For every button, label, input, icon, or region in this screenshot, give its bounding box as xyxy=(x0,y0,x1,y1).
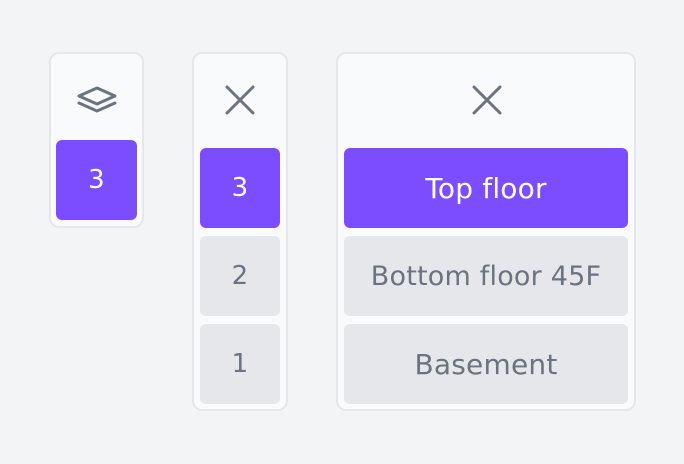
layers-icon[interactable] xyxy=(74,82,120,122)
close-icon[interactable] xyxy=(220,80,260,120)
floor-button-1[interactable]: 1 xyxy=(200,324,280,404)
close-icon[interactable] xyxy=(467,80,507,120)
floor-picker-named: Top floor Bottom floor 45F Basement xyxy=(336,52,636,411)
floor-button-3[interactable]: 3 xyxy=(200,148,280,228)
floor-picker-collapsed: 3 xyxy=(49,52,144,228)
floor-button-top-floor[interactable]: Top floor xyxy=(344,148,628,228)
floor-button-basement[interactable]: Basement xyxy=(344,324,628,404)
floor-picker-numeric: 3 2 1 xyxy=(192,52,288,411)
selected-floor-button[interactable]: 3 xyxy=(56,140,137,220)
floor-button-bottom-floor[interactable]: Bottom floor 45F xyxy=(344,236,628,316)
floor-button-2[interactable]: 2 xyxy=(200,236,280,316)
